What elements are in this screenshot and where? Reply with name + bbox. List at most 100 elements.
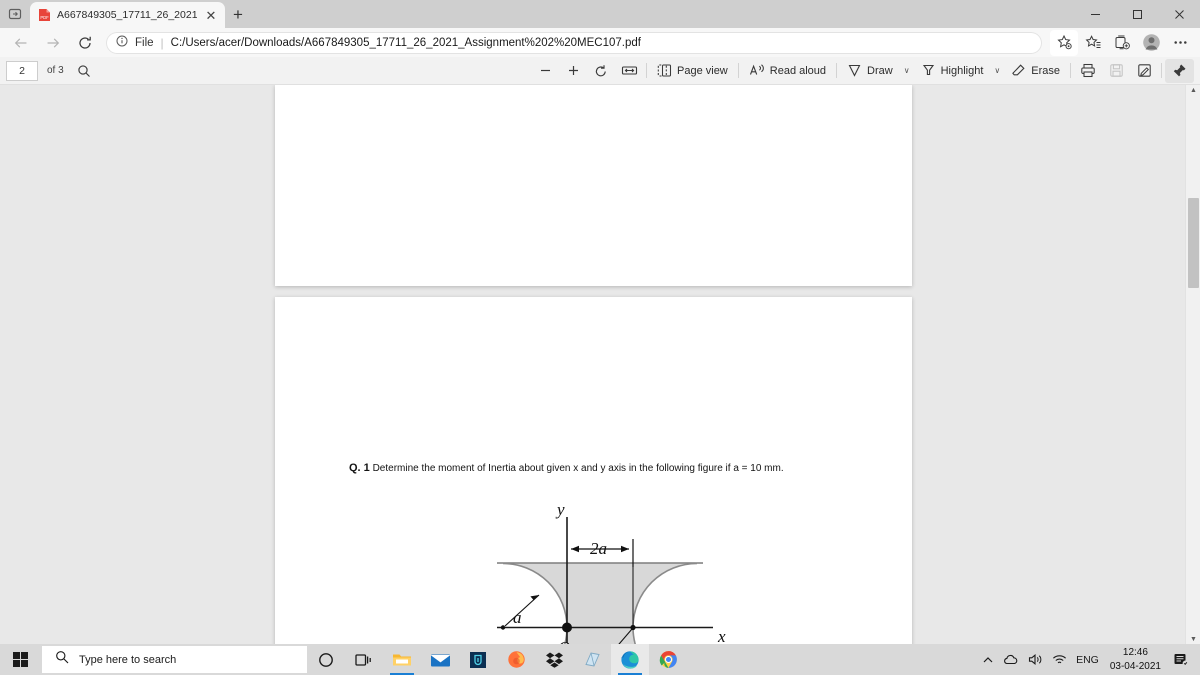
show-hidden-icons-button[interactable]	[982, 654, 994, 666]
pdf-viewer[interactable]: Q. 1 Determine the moment of Inertia abo…	[0, 85, 1200, 645]
scroll-down-arrow-icon[interactable]: ▼	[1186, 636, 1200, 643]
total-pages-label: of 3	[47, 65, 64, 76]
save-icon[interactable]	[1102, 59, 1130, 83]
print-icon[interactable]	[1074, 59, 1102, 83]
url-text: C:/Users/acer/Downloads/A667849305_17711…	[170, 36, 641, 49]
search-icon	[55, 650, 69, 669]
maximize-button[interactable]	[1116, 0, 1158, 28]
title-bar: PDF A667849305_17711_26_2021_As ✕ +	[0, 0, 1200, 28]
highlight-chevron-down-icon[interactable]: ∨	[990, 66, 1004, 75]
system-tray: ENG 12:46 03-04-2021	[982, 644, 1200, 675]
browser-toolbar-icons	[1050, 29, 1194, 56]
zoom-in-button[interactable]	[559, 59, 587, 83]
windows-taskbar: Type here to search ENG 12:46 03-04-2021	[0, 644, 1200, 675]
dropbox-icon[interactable]	[535, 644, 573, 675]
scroll-up-arrow-icon[interactable]: ▲	[1186, 87, 1200, 94]
language-indicator[interactable]: ENG	[1076, 654, 1099, 666]
browser-window: PDF A667849305_17711_26_2021_As ✕ +	[0, 0, 1200, 675]
close-window-button[interactable]	[1158, 0, 1200, 28]
cloud-icon[interactable]	[1003, 654, 1019, 666]
books-app-icon[interactable]	[573, 644, 611, 675]
info-circle-icon[interactable]	[116, 34, 128, 52]
speaker-icon[interactable]	[1028, 653, 1043, 666]
dimension-label-2a: 2a	[590, 539, 607, 558]
navigation-bar: File | C:/Users/acer/Downloads/A66784930…	[0, 28, 1200, 57]
collections-icon[interactable]	[1108, 30, 1136, 56]
windows-start-icon[interactable]	[0, 644, 40, 675]
eraser-icon	[1012, 64, 1025, 76]
window-controls	[1074, 0, 1200, 28]
x-axis-label: x	[717, 627, 726, 645]
taskbar-search-input[interactable]: Type here to search	[42, 646, 307, 673]
pin-icon	[1173, 64, 1186, 77]
highlight-icon	[922, 64, 934, 76]
page-view-label: Page view	[677, 64, 728, 77]
search-icon[interactable]	[70, 59, 98, 83]
vertical-scrollbar[interactable]: ▲ ▼	[1185, 85, 1200, 645]
blue-app-icon[interactable]	[459, 644, 497, 675]
favorites-list-icon[interactable]	[1079, 30, 1107, 56]
left-arc-center-point	[500, 625, 506, 630]
page-view-button[interactable]: Page view	[650, 59, 735, 83]
question-label: Q. 1	[349, 462, 370, 474]
file-explorer-icon[interactable]	[383, 644, 421, 675]
scrollbar-thumb[interactable]	[1188, 198, 1199, 288]
url-separator: |	[160, 35, 164, 50]
page-number-input[interactable]: 2	[6, 60, 38, 81]
origin-point	[562, 622, 572, 633]
erase-button[interactable]: Erase	[1004, 59, 1067, 83]
pdf-file-icon: PDF	[38, 8, 51, 22]
action-center-icon[interactable]	[1170, 644, 1192, 675]
save-as-icon[interactable]	[1130, 59, 1158, 83]
svg-text:PDF: PDF	[40, 15, 49, 20]
highlight-button[interactable]: Highlight	[914, 59, 991, 83]
read-aloud-button[interactable]: Read aloud	[742, 59, 833, 83]
pdf-page-2: Q. 1 Determine the moment of Inertia abo…	[275, 297, 912, 645]
draw-label: Draw	[867, 64, 893, 77]
draw-button[interactable]: Draw	[840, 59, 900, 83]
cortana-icon[interactable]	[307, 644, 345, 675]
clock-time: 12:46	[1122, 647, 1148, 658]
address-bar[interactable]: File | C:/Users/acer/Downloads/A66784930…	[106, 31, 1042, 54]
favorites-add-icon[interactable]	[1050, 29, 1078, 56]
refresh-button[interactable]	[70, 30, 100, 56]
pdf-toolbar: 2 of 3 Page view Read aloud Draw ∨ Highl…	[0, 57, 1200, 85]
back-button[interactable]	[6, 30, 36, 56]
url-scheme-label: File	[135, 36, 154, 49]
taskbar-clock[interactable]: 12:46 03-04-2021	[1110, 646, 1161, 673]
fit-to-width-icon[interactable]	[615, 59, 643, 83]
tab-actions-menu-icon[interactable]	[0, 0, 30, 28]
draw-chevron-down-icon[interactable]: ∨	[900, 66, 914, 75]
erase-label: Erase	[1031, 64, 1060, 77]
question-text: Determine the moment of Inertia about gi…	[372, 463, 784, 474]
question-line: Q. 1 Determine the moment of Inertia abo…	[349, 462, 849, 474]
tab-title: A667849305_17711_26_2021_As	[57, 9, 197, 21]
close-tab-icon[interactable]: ✕	[203, 7, 219, 23]
minimize-button[interactable]	[1074, 0, 1116, 28]
microsoft-edge-icon[interactable]	[611, 644, 649, 675]
read-aloud-icon	[749, 64, 764, 75]
task-view-icon[interactable]	[345, 644, 383, 675]
draw-pen-icon	[848, 64, 861, 77]
moment-of-inertia-figure: y x O 2a a a	[475, 475, 735, 645]
pdf-page-1	[275, 85, 912, 286]
clock-date: 03-04-2021	[1109, 660, 1161, 672]
profile-icon[interactable]	[1137, 30, 1165, 56]
zoom-out-button[interactable]	[531, 59, 559, 83]
browser-tab[interactable]: PDF A667849305_17711_26_2021_As ✕	[30, 2, 225, 28]
page-view-icon	[657, 64, 672, 77]
pin-button[interactable]	[1165, 58, 1194, 83]
new-tab-button[interactable]: +	[225, 2, 251, 28]
search-placeholder: Type here to search	[79, 653, 177, 666]
y-axis-label: y	[555, 500, 565, 519]
read-aloud-label: Read aloud	[769, 64, 827, 77]
forward-button[interactable]	[38, 30, 68, 56]
mail-icon[interactable]	[421, 644, 459, 675]
wifi-icon[interactable]	[1052, 654, 1067, 666]
google-chrome-icon[interactable]	[649, 644, 687, 675]
firefox-icon[interactable]	[497, 644, 535, 675]
rotate-icon[interactable]	[587, 59, 615, 83]
highlight-label: Highlight	[940, 64, 984, 77]
shaded-area	[497, 563, 703, 645]
settings-more-icon[interactable]	[1166, 30, 1194, 56]
